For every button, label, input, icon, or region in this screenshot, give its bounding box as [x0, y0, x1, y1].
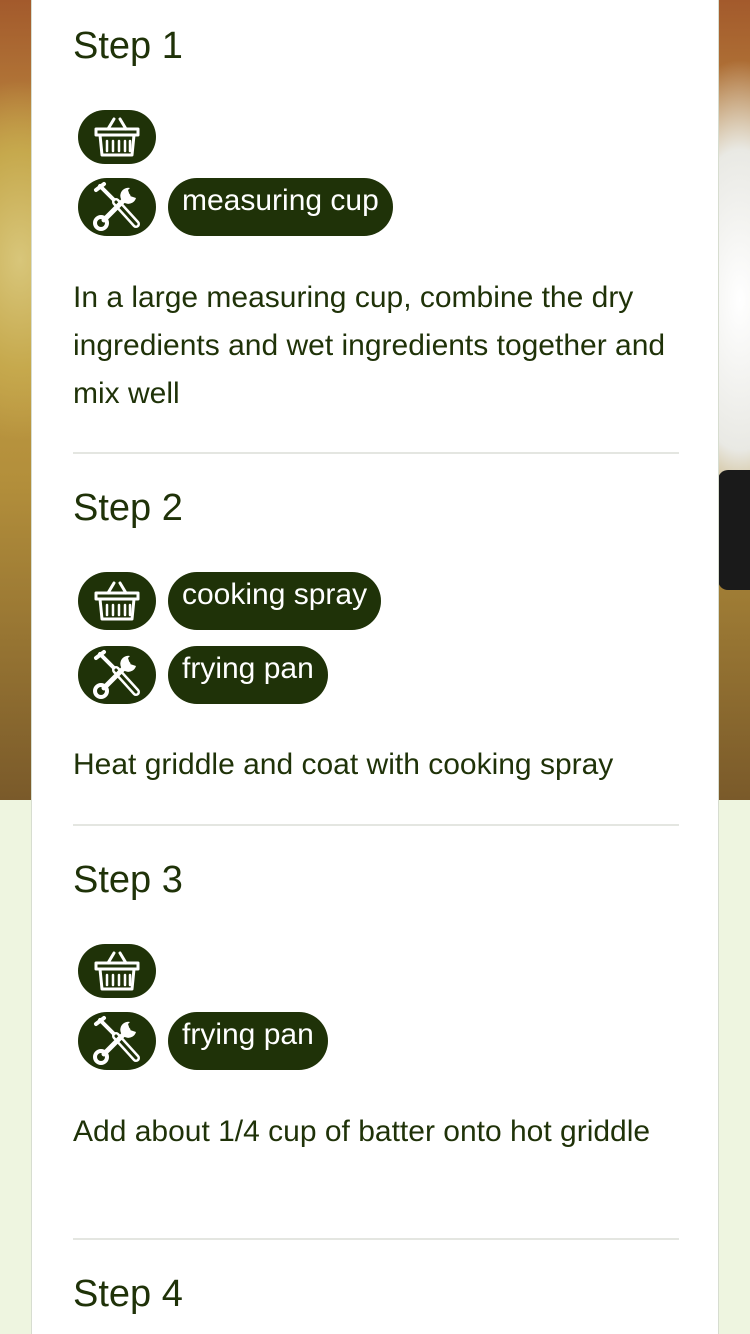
ingredients-button[interactable]: [78, 110, 156, 164]
step-tools-row: frying pan: [78, 646, 328, 704]
step-tools-row: frying pan: [78, 1012, 328, 1070]
step-divider: [73, 452, 679, 454]
step-2: Step 2 cooking spray frying pan Heat gri…: [73, 486, 679, 781]
step-tools-row: measuring cup: [78, 178, 393, 236]
step-divider: [73, 1238, 679, 1240]
step-divider: [73, 824, 679, 826]
tools-icon: [93, 1016, 140, 1065]
step-title: Step 2: [73, 487, 183, 529]
ingredient-pill-cooking-spray[interactable]: cooking spray: [168, 572, 382, 630]
basket-icon: [94, 581, 140, 621]
step-ingredients-row: [78, 110, 156, 164]
step-title: Step 1: [73, 25, 183, 67]
tools-button[interactable]: [78, 646, 156, 704]
tool-pill-frying-pan[interactable]: frying pan: [168, 1012, 328, 1070]
step-1: Step 1 measuring cup In a large measurin…: [73, 24, 679, 410]
basket-icon: [94, 951, 140, 991]
recipe-steps-card: Step 1 measuring cup In a large measurin…: [31, 0, 719, 1334]
step-title: Step 3: [73, 859, 183, 901]
step-description: Add about 1/4 cup of batter onto hot gri…: [73, 1115, 651, 1148]
step-description: Heat griddle and coat with cooking spray: [73, 748, 614, 781]
step-ingredients-row: [78, 944, 156, 998]
tool-pill-measuring-cup[interactable]: measuring cup: [168, 178, 393, 236]
step-title: Step 4: [73, 1273, 183, 1315]
tools-icon: [93, 182, 140, 231]
tool-pill-frying-pan[interactable]: frying pan: [168, 646, 328, 704]
tools-button[interactable]: [78, 1012, 156, 1070]
step-ingredients-row: cooking spray: [78, 572, 382, 630]
ingredients-button[interactable]: [78, 572, 156, 630]
tools-icon: [93, 650, 140, 699]
step-description: In a large measuring cup, combine the dr…: [73, 281, 666, 410]
step-4: Step 4: [73, 1272, 679, 1316]
basket-icon: [94, 117, 140, 157]
ingredients-button[interactable]: [78, 944, 156, 998]
step-3: Step 3 frying pan Add about 1/4 cup of b…: [73, 858, 679, 1148]
tools-button[interactable]: [78, 178, 156, 236]
background-photo-detail: [718, 470, 750, 590]
